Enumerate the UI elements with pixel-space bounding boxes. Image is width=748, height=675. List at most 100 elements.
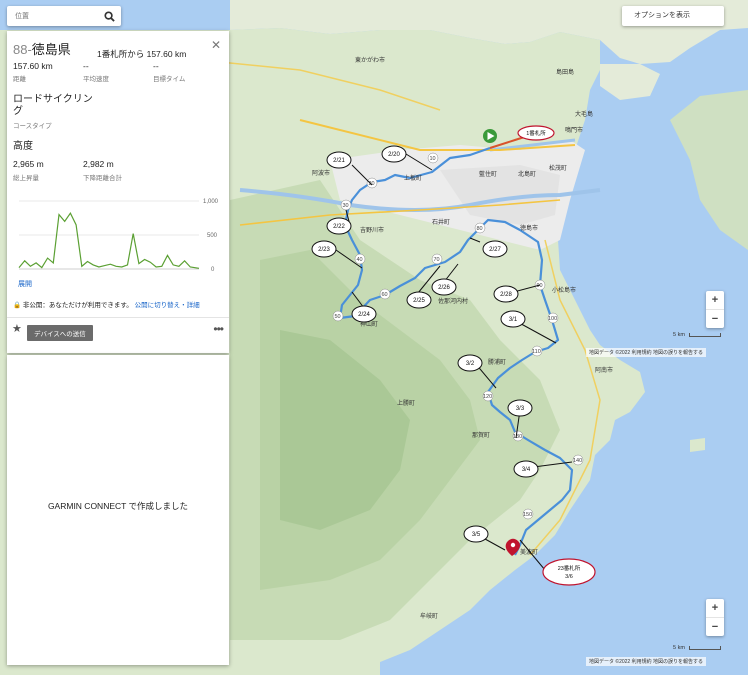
svg-text:鳴門市: 鳴門市 <box>565 126 583 134</box>
svg-text:美波町: 美波町 <box>520 548 538 556</box>
svg-text:阿南市: 阿南市 <box>595 366 613 374</box>
report-error-link[interactable]: 地図の誤りを報告する <box>653 659 703 665</box>
map-data-credit: 地図データ ©2022 <box>589 659 631 665</box>
target-time-value: -- <box>153 61 159 71</box>
search-input[interactable] <box>13 11 107 21</box>
day-label-text: 2/20 <box>388 152 400 158</box>
distance-label: 距離 <box>13 76 26 83</box>
course-number: 88- <box>13 42 32 57</box>
svg-text:佐那河内村: 佐那河内村 <box>438 297 468 305</box>
show-options-button[interactable]: オプションを表示 <box>622 6 724 26</box>
y-tick-label: 500 <box>207 233 218 239</box>
end-label-text-2: 3/6 <box>565 574 573 580</box>
day-label-text: 2/23 <box>318 247 330 253</box>
svg-text:140: 140 <box>573 458 582 464</box>
target-time-label: 目標タイム <box>153 76 186 83</box>
report-error-link[interactable]: 地図の誤りを報告する <box>653 350 703 356</box>
day-label-text: 3/4 <box>522 467 531 473</box>
terms-link[interactable]: 利用規約 <box>632 659 652 665</box>
terms-link[interactable]: 利用規約 <box>632 350 652 356</box>
close-icon[interactable]: ✕ <box>211 38 221 52</box>
course-panel: 88-徳島県 ✕ 1番札所から 157.60 km 157.60 km 距離 -… <box>7 31 229 353</box>
start-marker <box>483 129 497 143</box>
send-to-device-button[interactable]: デバイスへの送信 <box>27 325 93 341</box>
attribution: 地図データ ©2022 利用規約 地図の誤りを報告する <box>586 657 707 666</box>
avg-speed-label: 平均速度 <box>83 76 109 83</box>
scale-bar: 5 km <box>673 645 721 651</box>
svg-text:上板町: 上板町 <box>404 174 422 182</box>
svg-text:130: 130 <box>513 434 522 440</box>
svg-text:東かがわ市: 東かがわ市 <box>355 56 385 64</box>
course-name: 徳島県 <box>31 42 71 57</box>
credit-panel: GARMIN CONNECT で作成しました <box>7 355 229 665</box>
svg-text:小松島市: 小松島市 <box>552 286 576 294</box>
svg-text:120: 120 <box>483 394 492 400</box>
total-ascent-label: 総上昇量 <box>13 175 39 182</box>
svg-text:30: 30 <box>343 203 349 209</box>
day-label-text: 2/26 <box>438 285 450 291</box>
start-label-text: 1番札所 <box>526 129 546 137</box>
distance-value: 157.60 km <box>13 61 53 71</box>
svg-text:150: 150 <box>523 512 532 518</box>
privacy-text: 非公開：あなただけが利用できます。 <box>22 302 133 309</box>
day-label-text: 3/1 <box>509 317 518 323</box>
svg-text:阿波市: 阿波市 <box>312 169 330 177</box>
day-label-text: 2/27 <box>489 247 501 253</box>
zoom-out-button[interactable]: − <box>706 618 724 636</box>
expand-link[interactable]: 展開 <box>18 279 32 289</box>
zoom-out-button[interactable]: − <box>706 310 724 328</box>
day-label-text: 2/25 <box>413 298 425 304</box>
svg-text:上勝町: 上勝町 <box>397 399 415 407</box>
map-data-credit: 地図データ ©2022 <box>589 350 631 356</box>
scale-label: 5 km <box>673 332 685 338</box>
day-label-text: 2/28 <box>500 292 512 298</box>
svg-text:40: 40 <box>357 257 363 263</box>
svg-text:50: 50 <box>335 314 341 320</box>
total-ascent-value: 2,965 m <box>13 159 44 169</box>
elevation-chart[interactable]: 1,000 500 0 <box>15 191 223 275</box>
course-type-label: コースタイプ <box>13 123 52 130</box>
svg-text:大毛島: 大毛島 <box>575 110 593 118</box>
day-label-text: 2/21 <box>333 158 345 164</box>
more-icon[interactable]: ••• <box>213 322 224 336</box>
svg-text:那賀町: 那賀町 <box>472 431 490 439</box>
day-label-text: 3/3 <box>516 406 525 412</box>
scale-label: 5 km <box>673 645 685 651</box>
svg-text:牟岐町: 牟岐町 <box>420 612 438 620</box>
svg-text:60: 60 <box>382 292 388 298</box>
course-title: 88-徳島県 <box>13 39 71 58</box>
avg-speed-value: -- <box>83 61 89 71</box>
divider <box>7 317 229 318</box>
attribution: 地図データ ©2022 利用規約 地図の誤りを報告する <box>586 348 707 357</box>
svg-text:10: 10 <box>430 156 436 162</box>
course-type-value: ロードサイクリング <box>13 94 93 117</box>
elevation-line <box>18 212 200 269</box>
search-box[interactable] <box>7 6 121 26</box>
svg-text:70: 70 <box>434 257 440 263</box>
day-label-text: 3/2 <box>466 361 475 367</box>
svg-text:石井町: 石井町 <box>432 218 450 226</box>
scale-bar: 5 km <box>673 332 721 338</box>
created-with-text: GARMIN CONNECT で作成しました <box>47 501 189 511</box>
privacy-link[interactable]: 公開に切り替え・詳細 <box>135 302 200 309</box>
svg-text:80: 80 <box>477 226 483 232</box>
svg-text:勝浦町: 勝浦町 <box>488 358 506 366</box>
total-descent-value: 2,982 m <box>83 159 114 169</box>
elevation-title: 高度 <box>13 141 33 152</box>
y-tick-label: 1,000 <box>203 199 219 205</box>
zoom-in-button[interactable]: + <box>706 599 724 617</box>
day-label-text: 3/5 <box>472 532 481 538</box>
day-label-text: 2/24 <box>358 312 370 318</box>
svg-text:徳島市: 徳島市 <box>520 224 538 232</box>
distance-from-start: 1番札所から 157.60 km <box>97 49 187 59</box>
search-icon[interactable] <box>104 9 115 27</box>
privacy-row: 🔒 非公開：あなただけが利用できます。 公開に切り替え・詳細 <box>13 299 200 309</box>
y-tick-label: 0 <box>211 267 215 273</box>
zoom-in-button[interactable]: + <box>706 291 724 309</box>
svg-text:100: 100 <box>548 316 557 322</box>
svg-text:110: 110 <box>532 349 541 355</box>
end-label-text: 23番札所 <box>558 564 581 572</box>
star-icon[interactable]: ★ <box>12 322 22 335</box>
svg-text:北島町: 北島町 <box>518 170 536 178</box>
zoom-control-top: + − <box>706 291 724 328</box>
